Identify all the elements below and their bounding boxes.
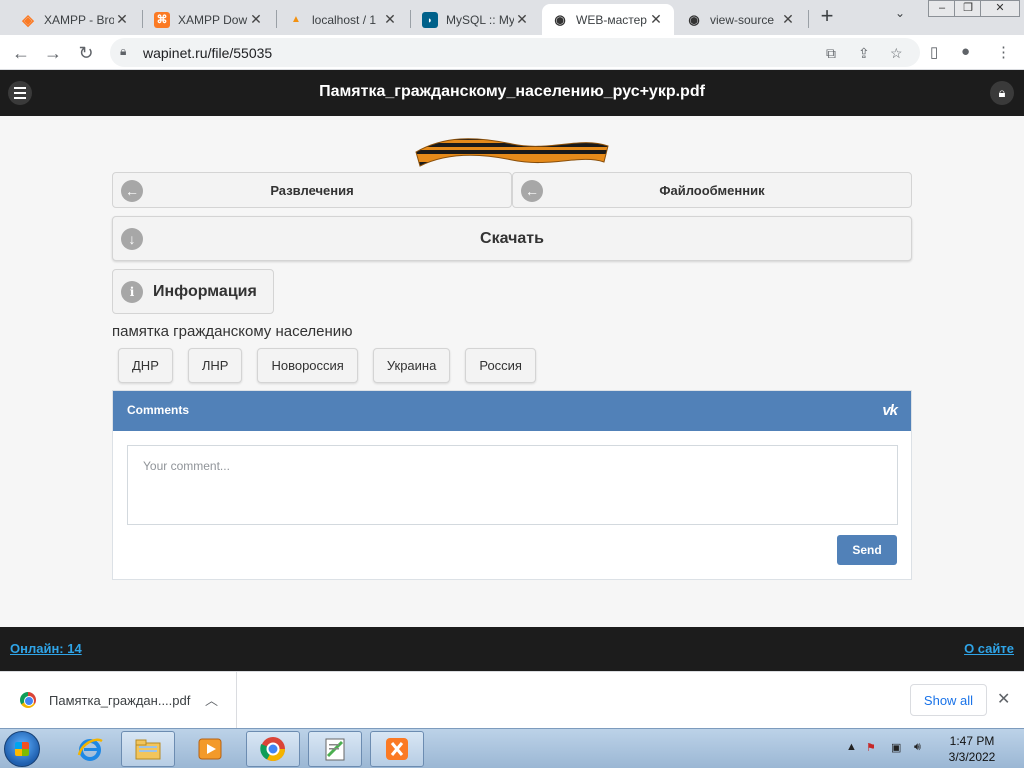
xampp-icon: ⌘ <box>154 11 170 28</box>
close-tab-icon[interactable]: ✕ <box>382 11 398 28</box>
close-icon[interactable]: ✕ <box>997 689 1010 709</box>
file-explorer-icon[interactable] <box>121 731 175 767</box>
translate-icon[interactable]: ⧉ <box>826 45 836 62</box>
tab-xampp-download[interactable]: ⌘ XAMPP Dow ✕ <box>144 4 274 35</box>
tab-view-source[interactable]: ◉ view-source ✕ <box>676 4 806 35</box>
minimize-button[interactable]: – <box>928 0 956 17</box>
notepad-plus-icon[interactable] <box>308 731 362 767</box>
arrow-left-icon: ← <box>121 180 143 202</box>
info-button[interactable]: i Информация <box>112 269 274 314</box>
close-window-button[interactable]: ✕ <box>980 0 1020 17</box>
site-footer: Онлайн: 14 О сайте <box>0 627 1024 671</box>
windows-taskbar: ▲ ⚑ ▣ 🔊︎ 1:47 PM 3/3/2022 <box>0 728 1024 768</box>
tag-lnr[interactable]: ЛНР <box>187 348 243 383</box>
tab-search-icon[interactable]: ⌄ <box>895 6 905 20</box>
xampp-orange-icon: ◈ <box>22 11 34 29</box>
arrow-down-icon: ↓ <box>121 228 143 250</box>
close-tab-icon[interactable]: ✕ <box>114 11 130 28</box>
tag-ukraina[interactable]: Украина <box>372 348 451 383</box>
forward-icon[interactable]: → <box>40 40 66 66</box>
menu-kebab-icon[interactable]: ⋮ <box>996 43 1011 61</box>
side-panel-icon[interactable]: ▯ <box>930 43 938 61</box>
bookmark-star-icon[interactable]: ☆ <box>890 45 903 62</box>
comments-widget: Comments vk Send <box>112 390 912 580</box>
tag-rossiya[interactable]: Россия <box>465 348 536 383</box>
tab-strip: ◈ XAMPP - Bro ✕ ⌘ XAMPP Dow ✕ ▲ localhos… <box>0 0 1024 35</box>
vk-logo-icon[interactable]: vk <box>882 402 898 419</box>
close-tab-icon[interactable]: ✕ <box>648 11 664 28</box>
mysql-icon: ◗ <box>422 11 438 28</box>
url-text[interactable]: wapinet.ru/file/55035 <box>143 45 272 61</box>
new-tab-button[interactable]: + <box>815 4 839 30</box>
site-header: Памятка_гражданскому_населению_рус+укр.p… <box>0 70 1024 116</box>
comments-header: Comments vk <box>113 391 911 431</box>
about-link[interactable]: О сайте <box>964 641 1014 656</box>
volume-icon[interactable]: 🔊︎ <box>914 741 921 754</box>
file-description: памятка гражданскому населению <box>112 323 353 340</box>
profile-icon[interactable]: ● <box>961 43 970 60</box>
tag-dnr[interactable]: ДНР <box>118 348 173 383</box>
download-item[interactable]: Памятка_граждан....pdf ︿ <box>0 672 237 728</box>
xampp-taskbar-icon[interactable] <box>370 731 424 767</box>
lock-icon: 🔒︎ <box>120 44 127 58</box>
tab-localhost[interactable]: ▲ localhost / 1 ✕ <box>278 4 408 35</box>
action-center-icon[interactable]: ⚑ <box>866 741 876 754</box>
eye-icon: ◉ <box>554 11 566 27</box>
internet-explorer-icon[interactable] <box>63 731 117 767</box>
back-icon[interactable]: ← <box>8 40 34 66</box>
lock-icon[interactable]: 🔒︎ <box>990 81 1014 105</box>
nav-fileshare-button[interactable]: ← Файлообменник <box>512 172 912 208</box>
close-tab-icon[interactable]: ✕ <box>248 11 264 28</box>
tab-xampp-browse[interactable]: ◈ XAMPP - Bro ✕ <box>10 4 140 35</box>
tag-list: ДНР ЛНР Новороссия Украина Россия <box>118 348 536 383</box>
phpmyadmin-icon: ▲ <box>291 14 301 25</box>
close-tab-icon[interactable]: ✕ <box>780 11 796 28</box>
tab-mysql[interactable]: ◗ MySQL :: My ✕ <box>412 4 540 35</box>
reload-icon[interactable]: ↻ <box>73 40 99 66</box>
chrome-taskbar-icon[interactable] <box>246 731 300 767</box>
page-title: Памятка_гражданскому_населению_рус+укр.p… <box>319 83 705 100</box>
category-nav: ← Развлечения ← Файлообменник <box>112 172 912 208</box>
share-icon[interactable]: ⇪ <box>858 45 870 62</box>
start-button[interactable] <box>4 731 40 767</box>
browser-toolbar: ← → ↻ 🔒︎ wapinet.ru/file/55035 ⧉ ⇪ ☆ ▯ ●… <box>0 35 1024 70</box>
download-shelf: Памятка_граждан....pdf ︿ Show all ✕ <box>0 671 1024 728</box>
restore-button[interactable]: ❐ <box>954 0 982 17</box>
tab-web-master[interactable]: ◉ WEB-мастер ✕ <box>542 4 674 35</box>
nav-entertainment-button[interactable]: ← Развлечения <box>112 172 512 208</box>
eye-icon: ◉ <box>688 11 700 27</box>
chevron-up-icon[interactable]: ︿ <box>205 690 218 709</box>
arrow-left-icon: ← <box>521 180 543 202</box>
online-link[interactable]: Онлайн: 14 <box>10 641 82 656</box>
send-button[interactable]: Send <box>837 535 897 565</box>
address-bar[interactable]: 🔒︎ wapinet.ru/file/55035 ⧉ ⇪ ☆ <box>110 38 920 67</box>
media-player-icon[interactable] <box>183 731 237 767</box>
show-all-button[interactable]: Show all <box>910 684 987 716</box>
tag-novorossiya[interactable]: Новороссия <box>257 348 358 383</box>
close-tab-icon[interactable]: ✕ <box>514 11 530 28</box>
comment-input[interactable] <box>127 445 898 525</box>
download-button[interactable]: ↓ Скачать <box>112 216 912 261</box>
info-icon: i <box>121 281 143 303</box>
chrome-icon <box>20 692 36 708</box>
ribbon-logo <box>415 138 609 167</box>
network-icon[interactable]: ▣ <box>891 741 901 754</box>
show-hidden-icons[interactable]: ▲ <box>846 741 857 753</box>
system-clock[interactable]: 1:47 PM 3/3/2022 <box>940 733 1004 765</box>
